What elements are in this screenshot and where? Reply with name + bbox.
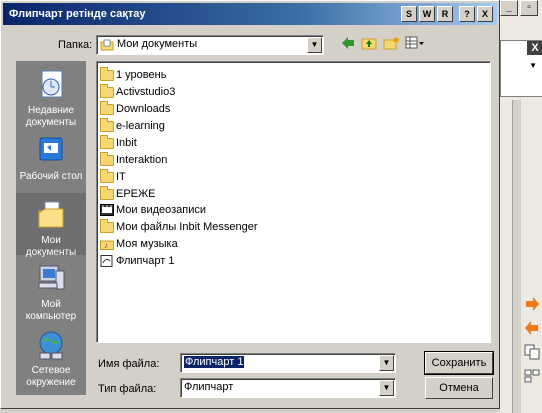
chevron-down-icon[interactable]: ▼ [379,355,394,371]
background-toolbar [524,296,542,392]
lookin-label: Папка: [58,39,93,51]
pages-icon[interactable] [524,368,540,384]
place-label: Сетевое окружение [26,365,76,388]
video-folder-icon [100,204,114,216]
new-folder-icon[interactable]: ✱ [383,36,400,53]
bg-panel-close-button[interactable]: X [527,41,542,55]
place-my-computer[interactable]: Мой компьютер [16,257,86,322]
flipchart-file-icon [100,255,113,267]
filename-input[interactable]: Флипчарт 1 ▼ [180,353,396,373]
place-recent[interactable]: Недавние документы [16,63,86,129]
list-item[interactable]: Interaktion [100,151,167,168]
my-documents-small-icon [100,39,114,51]
place-my-documents[interactable]: Мои документы [16,193,86,258]
list-item[interactable]: ♪ Моя музыка [100,236,178,252]
back-icon[interactable] [341,36,355,53]
place-network[interactable]: Сетевое окружение [16,323,86,389]
dialog-toolbar: ✱ [341,36,425,53]
recent-documents-icon [36,69,66,101]
lookin-value: Мои документы [117,38,198,50]
place-label: Рабочий стол [19,171,83,182]
dialog-title: Флипчарт ретінде сақтау [9,8,146,20]
place-label: Мой компьютер [25,299,77,322]
list-item[interactable]: IT [100,168,126,185]
place-label: Недавние документы [25,105,77,128]
arrow-right-icon[interactable] [524,296,540,312]
bg-panel-dropdown-icon[interactable]: ▼ [529,61,537,70]
folder-icon [100,83,114,98]
list-item[interactable]: Мои файлы Inbit Messenger [100,218,258,235]
list-item[interactable]: 1 уровень [100,66,166,83]
background-window-controls: _ ▫ [500,0,538,16]
folder-icon [100,168,114,183]
svg-text:✱: ✱ [393,36,399,45]
folder-icon [100,134,114,149]
list-item[interactable]: Флипчарт 1 [100,253,174,269]
bg-restore-button[interactable]: ▫ [520,0,538,16]
cancel-button[interactable]: Отмена [425,377,493,399]
list-item[interactable]: e-learning [100,117,165,134]
lookin-combo[interactable]: Мои документы ▼ [96,35,324,55]
desktop-icon [36,135,66,167]
up-folder-icon[interactable] [361,36,377,53]
views-menu-icon[interactable] [405,36,425,53]
folder-icon [100,185,114,200]
filename-value: Флипчарт 1 [184,356,245,368]
list-item[interactable]: Inbit [100,134,137,151]
s-button[interactable]: S [401,6,417,22]
chevron-down-icon[interactable]: ▼ [307,37,322,53]
background-panel: X ▼ [500,40,542,97]
filetype-select[interactable]: Флипчарт ▼ [180,378,396,398]
save-as-dialog: Флипчарт ретінде сақтау S W R ? X Папка:… [0,0,500,409]
bg-minimize-button[interactable]: _ [500,0,518,16]
list-item[interactable]: Activstudio3 [100,83,175,100]
chevron-down-icon[interactable]: ▼ [379,380,394,396]
file-list[interactable]: 1 уровень Activstudio3 Downloads e-learn… [96,61,491,343]
close-button[interactable]: X [477,6,493,22]
places-bar: Недавние документы Рабочий стол Мои доку… [16,61,86,395]
svg-text:♪: ♪ [104,241,108,250]
filetype-value: Флипчарт [184,381,234,393]
help-button[interactable]: ? [459,6,475,22]
title-bar: Флипчарт ретінде сақтау S W R ? X [3,3,497,25]
folder-icon [100,100,114,115]
r-button[interactable]: R [437,6,453,22]
save-button[interactable]: Сохранить [424,351,494,375]
list-item[interactable]: Downloads [100,100,170,117]
list-item[interactable]: ЕРЕЖЕ [100,185,156,202]
list-item[interactable]: Мои видеозаписи [100,202,206,218]
music-folder-icon: ♪ [100,240,114,250]
copy-pages-icon[interactable] [524,344,540,360]
folder-icon [100,151,114,166]
folder-icon [100,66,114,81]
arrow-left-icon[interactable] [524,320,540,336]
my-computer-icon [36,263,66,295]
filetype-label: Тип файла: [98,383,157,395]
place-desktop[interactable]: Рабочий стол [16,129,86,191]
background-scroll-strip [512,100,521,413]
folder-icon [100,117,114,132]
folder-icon [100,218,114,233]
place-label: Мои документы [25,235,77,258]
w-button[interactable]: W [419,6,435,22]
my-documents-icon [36,199,66,231]
network-icon [36,329,66,361]
filename-label: Имя файла: [98,358,160,370]
